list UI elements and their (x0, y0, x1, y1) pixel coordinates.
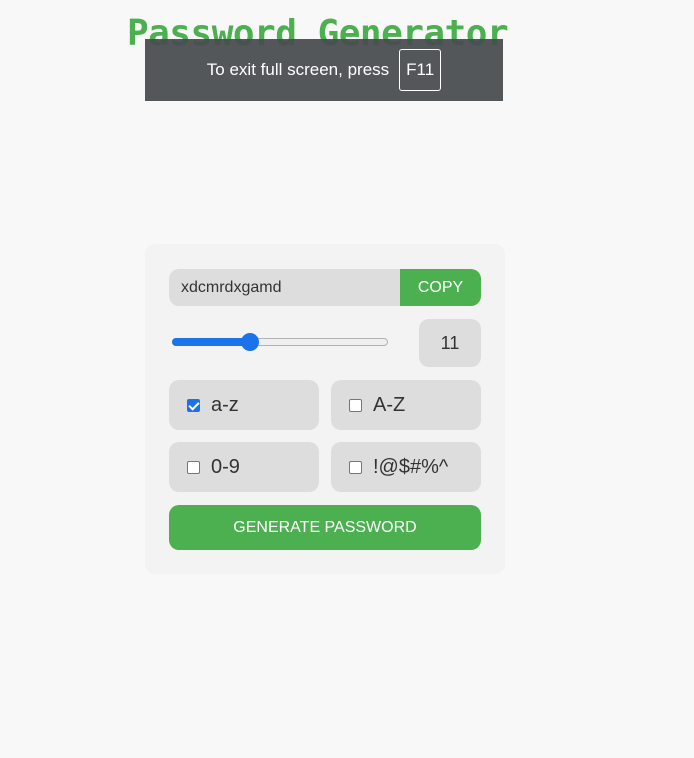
option-uppercase[interactable]: A-Z (331, 380, 481, 430)
fullscreen-notice-text: To exit full screen, press (206, 60, 390, 79)
f11-key-badge: F11 (399, 49, 442, 91)
password-row: COPY (169, 269, 481, 306)
password-output-field[interactable] (169, 269, 400, 306)
symbols-label: !@$#%^ (373, 455, 449, 478)
lowercase-checkbox[interactable] (187, 398, 200, 412)
lowercase-label: a-z (211, 393, 239, 416)
page: Password Generator To exit full screen, … (0, 0, 694, 758)
numbers-label: 0-9 (211, 455, 240, 478)
slider-fill (172, 338, 250, 346)
slider-thumb[interactable] (240, 333, 259, 351)
length-value: 11 (419, 319, 481, 367)
uppercase-checkbox[interactable] (349, 398, 362, 412)
symbols-checkbox[interactable] (349, 460, 362, 474)
copy-button[interactable]: COPY (400, 269, 481, 306)
fullscreen-exit-notice: To exit full screen, press F11 (145, 39, 503, 101)
numbers-checkbox[interactable] (187, 460, 200, 474)
generator-card: COPY 11 a-z A-Z 0-9 !@$#%^ GENERATE PASS… (145, 244, 505, 574)
generate-password-button[interactable]: GENERATE PASSWORD (169, 505, 481, 550)
uppercase-label: A-Z (373, 393, 406, 416)
option-lowercase[interactable]: a-z (169, 380, 319, 430)
option-symbols[interactable]: !@$#%^ (331, 442, 481, 492)
option-numbers[interactable]: 0-9 (169, 442, 319, 492)
length-slider[interactable] (169, 332, 391, 354)
